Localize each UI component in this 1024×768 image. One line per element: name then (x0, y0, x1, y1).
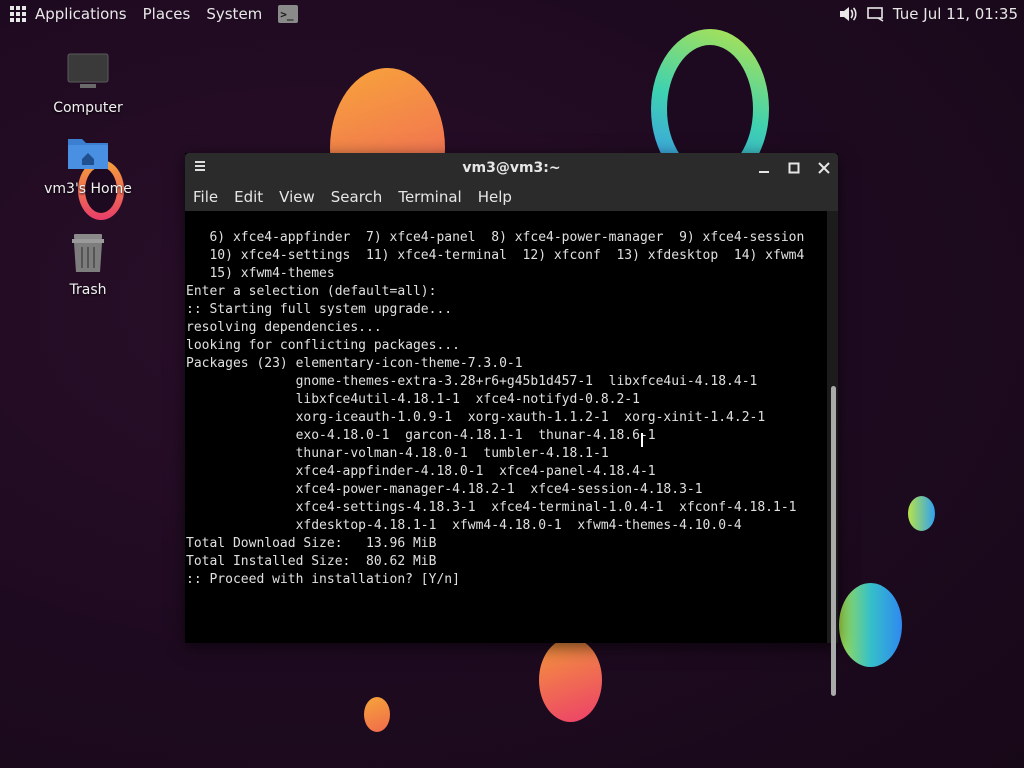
menu-system[interactable]: System (206, 5, 262, 23)
decor-green-blob-small (908, 496, 935, 531)
volume-icon[interactable] (837, 4, 859, 24)
terminal-line: thunar-volman-4.18.0-1 tumbler-4.18.1-1 (186, 446, 609, 461)
menu-applications[interactable]: Applications (35, 5, 127, 23)
scrollbar-thumb[interactable] (831, 386, 836, 696)
display-icon[interactable] (865, 4, 887, 24)
terminal-menubar: File Edit View Search Terminal Help (185, 183, 838, 211)
menu-places[interactable]: Places (143, 5, 191, 23)
decor-green-blob (839, 583, 902, 667)
desktop-icon-trash[interactable]: Trash (38, 232, 138, 298)
home-folder-icon (66, 139, 110, 177)
desktop-icon-label: Trash (69, 282, 107, 298)
terminal-output[interactable]: 6) xfce4-appfinder 7) xfce4-panel 8) xfc… (185, 211, 827, 643)
trash-icon (68, 234, 108, 278)
terminal-line: gnome-themes-extra-3.28+r6+g45b1d457-1 l… (186, 374, 758, 389)
menu-terminal[interactable]: Terminal (390, 188, 469, 206)
window-title: vm3@vm3:~ (462, 160, 561, 176)
terminal-line: xorg-iceauth-1.0.9-1 xorg-xauth-1.1.2-1 … (186, 410, 766, 425)
maximize-icon[interactable] (784, 158, 804, 178)
terminal-line: Total Installed Size: 80.62 MiB (186, 554, 437, 569)
window-titlebar[interactable]: vm3@vm3:~ (185, 153, 838, 183)
terminal-line: looking for conflicting packages... (186, 338, 460, 353)
terminal-line: libxfce4util-4.18.1-1 xfce4-notifyd-0.8.… (186, 392, 640, 407)
menu-search[interactable]: Search (323, 188, 391, 206)
terminal-line: Total Download Size: 13.96 MiB (186, 536, 437, 551)
computer-icon (66, 53, 110, 96)
decor-orange-dot (364, 697, 390, 732)
terminal-line: Packages (23) elementary-icon-theme-7.3.… (186, 356, 523, 371)
menu-view[interactable]: View (271, 188, 323, 206)
clock[interactable]: Tue Jul 11, 01:35 (893, 5, 1018, 23)
terminal-window[interactable]: vm3@vm3:~ File Edit View Search Terminal… (185, 153, 838, 696)
terminal-line: :: Starting full system upgrade... (186, 302, 453, 317)
window-menu-icon[interactable] (195, 161, 205, 173)
terminal-launcher-icon[interactable]: >_ (278, 5, 299, 23)
terminal-line: Enter a selection (default=all): (186, 284, 437, 299)
applications-grid-icon[interactable] (10, 6, 26, 22)
menu-help[interactable]: Help (470, 188, 520, 206)
menu-edit[interactable]: Edit (226, 188, 271, 206)
decor-orange-blob-bottom (539, 638, 602, 722)
terminal-line: 6) xfce4-appfinder 7) xfce4-panel 8) xfc… (186, 230, 805, 245)
desktop-icon-home[interactable]: vm3's Home (38, 133, 138, 197)
top-panel: Applications Places System >_ Tue Jul 11… (0, 0, 1024, 28)
close-icon[interactable] (814, 158, 834, 178)
desktop-icon-label: vm3's Home (44, 181, 132, 197)
terminal-line: xfce4-power-manager-4.18.2-1 xfce4-sessi… (186, 482, 703, 497)
terminal-line: resolving dependencies... (186, 320, 382, 335)
minimize-icon[interactable] (754, 158, 774, 178)
terminal-line: 10) xfce4-settings 11) xfce4-terminal 12… (186, 248, 805, 263)
terminal-line: xfdesktop-4.18.1-1 xfwm4-4.18.0-1 xfwm4-… (186, 518, 742, 533)
terminal-line: xfce4-settings-4.18.3-1 xfce4-terminal-1… (186, 500, 797, 515)
terminal-line: :: Proceed with installation? [Y/n] (186, 572, 460, 587)
text-cursor-icon (641, 433, 643, 447)
menu-file[interactable]: File (185, 188, 226, 206)
desktop-icon-label: Computer (53, 100, 123, 116)
terminal-line: 15) xfwm4-themes (186, 266, 335, 281)
terminal-scrollbar[interactable] (827, 211, 838, 696)
terminal-line: xfce4-appfinder-4.18.0-1 xfce4-panel-4.1… (186, 464, 656, 479)
desktop-icon-computer[interactable]: Computer (38, 52, 138, 116)
terminal-line: exo-4.18.0-1 garcon-4.18.1-1 thunar-4.18… (186, 428, 656, 443)
